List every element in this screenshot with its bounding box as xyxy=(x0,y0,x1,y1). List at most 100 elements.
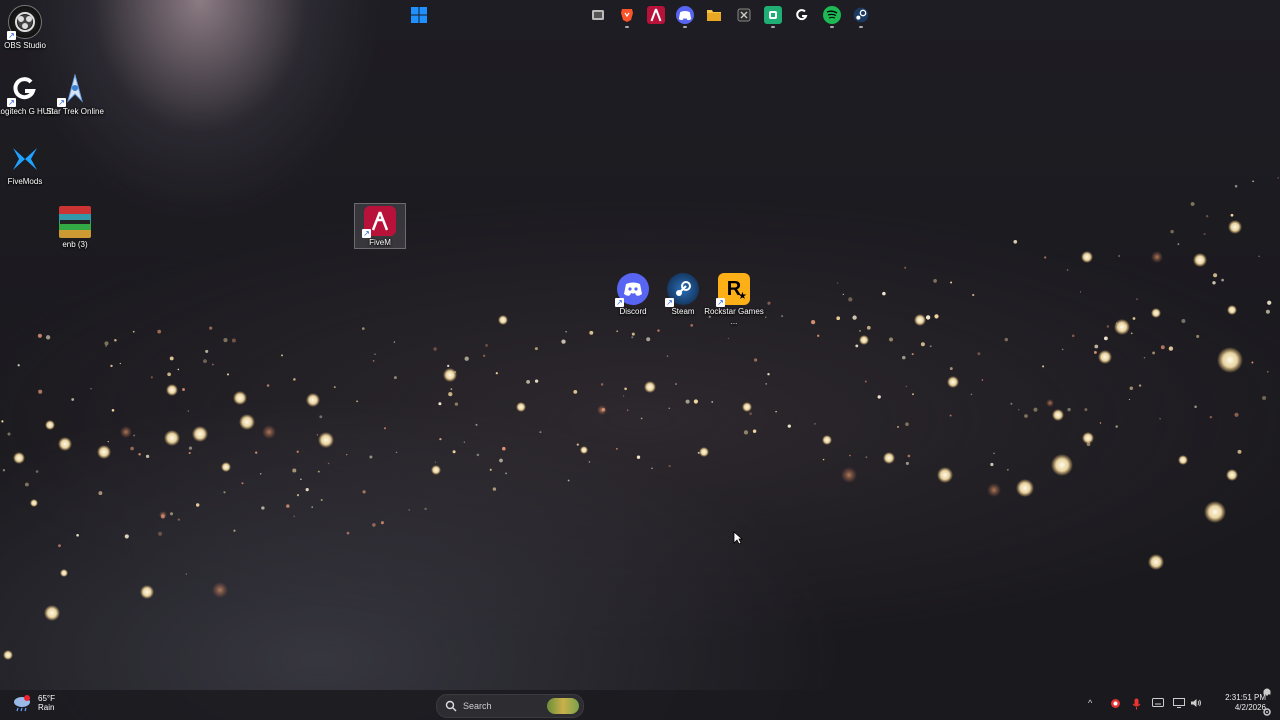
taskbar-fivem[interactable] xyxy=(647,6,665,24)
desktop-icon-enb-archive[interactable]: enb (3) xyxy=(50,206,100,250)
bokeh-particle xyxy=(37,333,43,338)
bokeh-particle xyxy=(448,391,453,397)
shortcut-arrow-icon: ↗ xyxy=(7,31,16,40)
taskbar-brave[interactable] xyxy=(618,6,636,28)
desktop-icon-discord[interactable]: ↗ Discord xyxy=(608,273,658,317)
tray-keyboard[interactable] xyxy=(1152,698,1164,709)
tray-volume[interactable] xyxy=(1190,698,1202,710)
bokeh-particle xyxy=(393,376,397,380)
bokeh-particle xyxy=(124,534,129,539)
capcut-icon xyxy=(737,8,751,22)
bokeh-particle xyxy=(76,533,79,537)
bokeh-particle xyxy=(990,462,994,467)
taskbar-discord[interactable] xyxy=(676,6,694,28)
bokeh-light xyxy=(221,462,231,472)
taskbar-capcut[interactable] xyxy=(735,6,753,24)
tray-display[interactable] xyxy=(1173,698,1185,710)
desktop-icon-fivem[interactable]: ↗ FiveM xyxy=(354,203,406,249)
bokeh-particle xyxy=(362,490,366,494)
shortcut-arrow-icon: ↗ xyxy=(716,298,725,307)
bokeh-light xyxy=(859,335,869,345)
bokeh-particle xyxy=(1267,300,1272,305)
bokeh-particle xyxy=(1262,395,1267,401)
tray-app-icon[interactable] xyxy=(1110,698,1121,711)
settings-gear-icon[interactable] xyxy=(1262,704,1272,716)
tray-microphone[interactable] xyxy=(1132,698,1141,712)
weather-widget[interactable]: 65°F Rain xyxy=(12,694,55,712)
bokeh-particle xyxy=(167,372,171,377)
desktop-icon-steam[interactable]: ↗ Steam xyxy=(658,273,708,317)
taskbar-logitech-ghub[interactable] xyxy=(793,6,811,24)
bokeh-particle xyxy=(865,456,868,459)
desktop-icon-star-trek-online[interactable]: ↗ Star Trek Online xyxy=(46,73,104,117)
taskbar-spotify[interactable] xyxy=(823,6,841,28)
steam-icon: ↗ xyxy=(665,273,699,307)
bokeh-particle xyxy=(292,468,297,473)
bokeh-particle xyxy=(1266,370,1269,373)
bokeh-particle xyxy=(646,337,651,342)
bokeh-particle xyxy=(534,379,539,383)
brave-browser-icon xyxy=(621,9,633,22)
discord-icon: ↗ xyxy=(615,273,649,307)
bokeh-light xyxy=(192,426,208,442)
bokeh-particle xyxy=(209,326,213,330)
bokeh-light xyxy=(13,452,25,464)
bokeh-particle xyxy=(1234,412,1239,417)
bokeh-particle xyxy=(374,353,376,355)
running-indicator xyxy=(859,26,863,28)
shortcut-arrow-icon: ↗ xyxy=(615,298,624,307)
start-button[interactable] xyxy=(410,6,428,24)
bokeh-particle xyxy=(765,383,767,385)
bokeh-light xyxy=(97,445,111,459)
running-indicator xyxy=(683,26,687,28)
bokeh-light xyxy=(883,452,895,464)
bokeh-particle xyxy=(1128,398,1131,401)
bokeh-particle xyxy=(107,440,109,443)
bokeh-light xyxy=(233,391,247,405)
bokeh-particle xyxy=(90,387,92,390)
taskbar-app-green[interactable] xyxy=(764,6,782,28)
taskbar-steam[interactable] xyxy=(852,6,870,28)
tray-overflow-chevron-icon[interactable]: ^ xyxy=(1088,698,1092,708)
bokeh-light xyxy=(580,446,588,454)
bokeh-particle xyxy=(905,461,909,465)
bokeh-light xyxy=(742,402,752,412)
taskbar-file-explorer[interactable] xyxy=(705,6,723,24)
bokeh-particle xyxy=(1221,278,1224,282)
search-placeholder: Search xyxy=(463,701,492,711)
bokeh-particle xyxy=(266,384,270,387)
bokeh-particle xyxy=(1010,402,1013,405)
bokeh-particle xyxy=(320,498,323,502)
desktop-icon-logitech-g-hub[interactable]: ↗ Logitech G HUB xyxy=(0,73,54,117)
bokeh-particle xyxy=(1042,365,1045,368)
bokeh-particle xyxy=(855,344,859,348)
taskbar-clock[interactable]: 2:31:51 PM 4/2/2026 xyxy=(1225,693,1266,713)
bokeh-particle xyxy=(817,334,820,337)
bokeh-particle xyxy=(361,327,365,330)
desktop-icon-obs-studio[interactable]: ↗ OBS Studio xyxy=(0,5,50,51)
bokeh-particle xyxy=(1177,243,1180,246)
bokeh-particle xyxy=(949,414,952,417)
bokeh-particle xyxy=(1033,407,1038,412)
bokeh-particle xyxy=(7,432,11,436)
rain-cloud-icon xyxy=(14,695,30,712)
bokeh-particle xyxy=(1252,180,1254,183)
bokeh-particle xyxy=(1094,344,1099,349)
wallpaper-bokeh xyxy=(1,177,1279,660)
bokeh-particle xyxy=(150,376,153,379)
bokeh-light xyxy=(58,437,72,451)
bokeh-particle xyxy=(588,461,591,463)
bokeh-particle xyxy=(333,386,336,389)
bokeh-particle xyxy=(767,373,770,376)
taskbar-search-box[interactable]: Search xyxy=(436,694,584,718)
bokeh-particle xyxy=(651,467,653,469)
desktop-icon-label: OBS Studio xyxy=(4,41,46,50)
bokeh-particle xyxy=(622,395,625,397)
desktop-icon-rockstar-games[interactable]: R ★ ↗ Rockstar Games ... xyxy=(704,273,764,327)
bokeh-particle xyxy=(45,335,51,340)
taskbar-task-view[interactable] xyxy=(589,6,607,24)
notification-bell-icon[interactable] xyxy=(1262,684,1272,696)
desktop-icon-fivemods[interactable]: FiveMods xyxy=(0,143,50,187)
bokeh-light xyxy=(1046,399,1054,407)
bokeh-particle xyxy=(925,315,931,320)
